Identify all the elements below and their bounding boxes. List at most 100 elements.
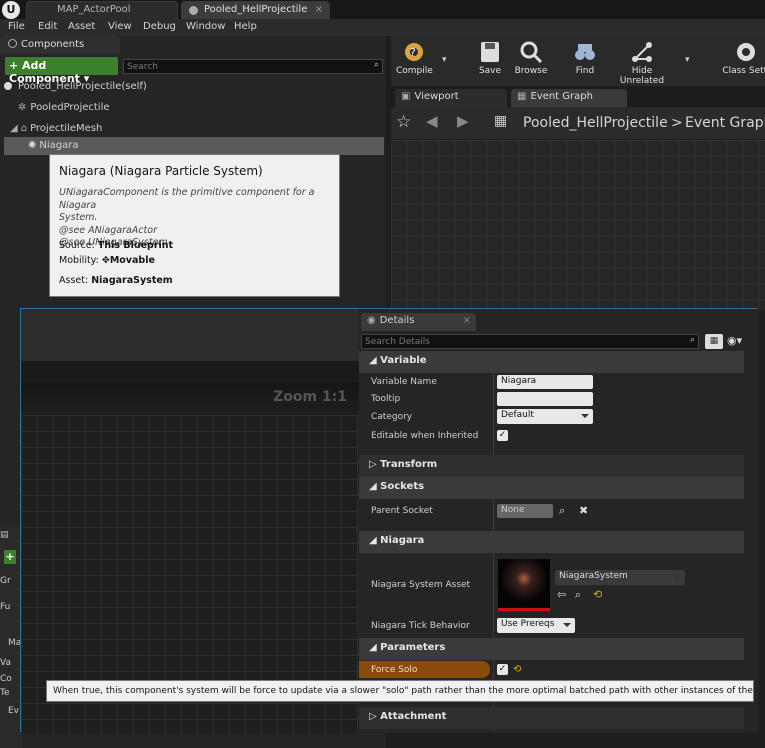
tab-viewport[interactable]: ▣ Viewport [395,89,507,107]
components-var-section[interactable]: Co [0,674,12,684]
svg-text:?: ? [410,46,416,59]
close-tab-icon[interactable]: × [315,4,323,15]
event-dispatchers-section[interactable]: Ev [8,706,19,716]
add-new-button[interactable]: + [4,550,16,564]
event-graph-canvas[interactable] [391,140,765,310]
tick-behavior-dropdown[interactable]: Use Prereqs [497,618,575,633]
force-solo-checkbox[interactable]: ✓ [497,664,508,675]
blueprint-tab-icon [189,6,198,15]
use-selected-arrow-icon[interactable]: ⇦ [557,588,566,601]
components-search-input[interactable]: Search ⌕ [123,59,383,74]
movement-component-icon: ✲ [18,102,27,113]
compile-options-dropdown-icon[interactable]: ▾ [442,55,447,65]
variable-name-field[interactable]: Niagara [497,375,593,389]
details-search-input[interactable]: Search Details ⌕ [361,334,699,349]
button-label: Class Setti [722,66,765,76]
browse-socket-icon[interactable]: ⌕ [559,504,565,518]
add-component-button[interactable]: + Add Component ▾ [5,57,118,85]
zoom-label: Zoom 1:1 [273,389,347,405]
book-icon: ▤ [0,530,9,540]
button-label: Hide Unrelated [619,66,665,86]
class-settings-gear-icon [737,43,755,61]
tab-event-graph[interactable]: ▦ Event Graph [511,89,627,107]
favorite-star-icon[interactable]: ☆ [396,112,411,132]
menu-window[interactable]: Window [186,21,225,32]
browse-button[interactable]: Browse [512,40,550,76]
category-label: Sockets [380,481,425,492]
niagara-system-thumbnail[interactable] [498,559,550,611]
parent-socket-field[interactable]: None [497,504,553,518]
visibility-eye-icon[interactable]: ◉▾ [727,334,742,347]
component-item-projectilemesh[interactable]: ◢ ⌂ ProjectileMesh [4,120,382,138]
menu-debug[interactable]: Debug [143,21,176,32]
category-sockets[interactable]: ◢ Sockets [359,477,744,499]
tooltip-label: Tooltip [371,394,401,404]
component-item-self[interactable]: Pooled_HellProjectile(self) [4,78,382,96]
category-variable[interactable]: ◢ Variable [359,351,744,373]
menu-view[interactable]: View [108,21,132,32]
back-arrow-icon[interactable]: ◀ [426,112,438,130]
menu-file[interactable]: File [8,21,25,32]
tooltip-field[interactable] [497,392,593,406]
variables-section[interactable]: Va [0,658,11,668]
mesh-icon: ⌂ [20,123,28,134]
search-placeholder: Search Details [365,337,430,347]
force-solo-tooltip: When true, this component's system will … [46,680,754,702]
compile-gear-icon: ? [405,43,423,61]
tab-pooled-hellprojectile[interactable]: Pooled_HellProjectile × [181,1,330,19]
breadcrumb-root[interactable]: Pooled_HellProjectile [523,115,668,131]
category-parameters[interactable]: ◢ Parameters [359,638,744,660]
component-item-niagara[interactable]: ✺ Niagara [4,137,384,155]
category-dropdown[interactable]: Default [497,409,593,424]
components-title: Components [21,39,85,50]
mobility-label: Mobility: [59,255,99,266]
hide-unrelated-dropdown-icon[interactable]: ▾ [685,55,690,65]
tooltip-mobility: Mobility: ✥Movable [59,255,155,266]
expand-arrow-icon[interactable]: ◢ [10,123,18,134]
component-tooltip: Niagara (Niagara Particle System) UNiaga… [49,154,340,297]
browse-asset-icon[interactable]: ⌕ [575,588,581,602]
close-details-icon[interactable]: × [463,315,471,326]
niagara-system-dropdown[interactable]: NiagaraSystem [555,570,685,585]
button-label: Compile [396,66,433,76]
class-settings-button[interactable]: Class Setti [716,40,765,76]
component-item-pooledprojectile[interactable]: ✲ PooledProjectile [4,99,382,117]
tab-label: MAP_ActorPool [57,4,131,15]
components-tab[interactable]: Components [0,36,120,54]
category-attachment[interactable]: ▷ Attachment [359,707,744,729]
graph-breadcrumb-bar: ☆ ◀ ▶ ▦ Pooled_HellProjectile > Event Gr… [391,107,765,139]
binoculars-icon [575,44,595,60]
category-transform[interactable]: ▷ Transform [359,455,744,477]
parent-socket-label: Parent Socket [371,506,433,516]
hide-unrelated-button[interactable]: Hide Unrelated [609,40,675,86]
menu-help[interactable]: Help [234,21,257,32]
category-label: Niagara [380,535,425,546]
forward-arrow-icon[interactable]: ▶ [457,112,469,130]
editable-inherited-label: Editable when Inherited [371,431,479,441]
save-button[interactable]: Save [476,40,504,76]
clear-socket-icon[interactable]: ✖ [579,504,588,517]
breadcrumb-separator: > [671,115,683,131]
category-niagara[interactable]: ◢ Niagara [359,531,744,553]
details-tab[interactable]: ◉ Details × [361,313,476,331]
tab-label: Viewport [414,91,459,102]
property-matrix-icon[interactable]: ▦ [705,334,723,349]
functions-section[interactable]: Fu [0,602,10,612]
menu-asset[interactable]: Asset [68,21,95,32]
menu-edit[interactable]: Edit [38,21,57,32]
particle-icon: ✺ [28,140,37,151]
compile-button[interactable]: ? Compile [396,40,433,76]
graphs-section[interactable]: Gr [0,576,11,586]
my-blueprint-panel-fragment: ▤ + Gr Fu Ma Va Co Te Ev [0,526,22,748]
details-panel: ◉ Details × Search Details ⌕ ▦ ◉▾ ◢ Varia… [359,309,759,733]
tab-label: Details [379,315,415,326]
force-solo-reset-icon[interactable]: ⟲ [513,664,521,675]
editable-inherited-checkbox[interactable]: ✓ [497,430,508,441]
breadcrumb-current: Event Graph [685,115,765,131]
tab-map-actorpool[interactable]: MAP_ActorPool [26,1,178,19]
textures-section[interactable]: Te [0,688,10,698]
reset-to-default-icon[interactable]: ⟲ [593,588,602,601]
button-label: Save [478,66,502,76]
find-button[interactable]: Find [570,40,600,76]
magnifier-icon [520,41,543,64]
